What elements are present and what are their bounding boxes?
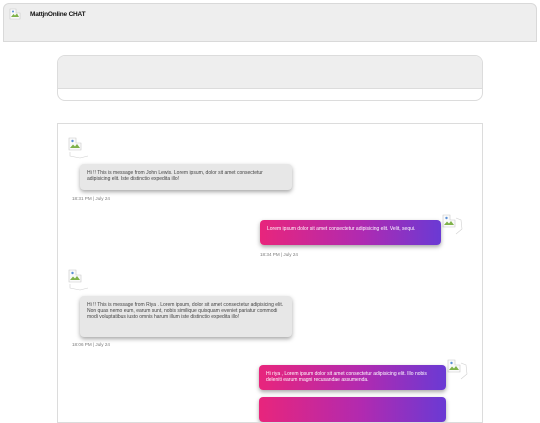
message-text: Hi !! This is message from John Lewis. L… xyxy=(87,170,263,182)
brand-title: MattjnOnline CHAT xyxy=(30,11,86,18)
message-timestamp: 18:31 PM | July 24 xyxy=(72,196,110,201)
sender-avatar-icon xyxy=(68,269,90,291)
message-text: Hi riya , Lorem ipsum dolor sit amet con… xyxy=(266,371,427,383)
message-text: Hi !! This is message from Riya . Lorem … xyxy=(87,302,284,320)
app-header: MattjnOnline CHAT xyxy=(3,3,537,42)
message-timestamp: 18:06 PM | July 24 xyxy=(72,342,110,347)
message-incoming: Hi !! This is message from John Lewis. L… xyxy=(80,164,292,190)
sender-avatar-icon xyxy=(447,359,469,381)
chat-panel[interactable]: Hi !! This is message from John Lewis. L… xyxy=(57,123,483,423)
compose-input[interactable] xyxy=(58,56,482,89)
message-outgoing xyxy=(259,397,446,422)
sender-avatar-icon xyxy=(442,214,464,236)
message-incoming: Hi !! This is message from Riya . Lorem … xyxy=(80,296,292,337)
message-text: Lorem ipsum dolor sit amet consectetur a… xyxy=(267,226,416,232)
message-timestamp: 18:34 PM | July 24 xyxy=(260,252,298,257)
broken-image-icon xyxy=(9,7,21,20)
sender-avatar-icon xyxy=(68,137,90,159)
message-outgoing: Hi riya , Lorem ipsum dolor sit amet con… xyxy=(259,365,446,390)
message-outgoing: Lorem ipsum dolor sit amet consectetur a… xyxy=(260,220,441,245)
compose-area xyxy=(57,55,483,101)
